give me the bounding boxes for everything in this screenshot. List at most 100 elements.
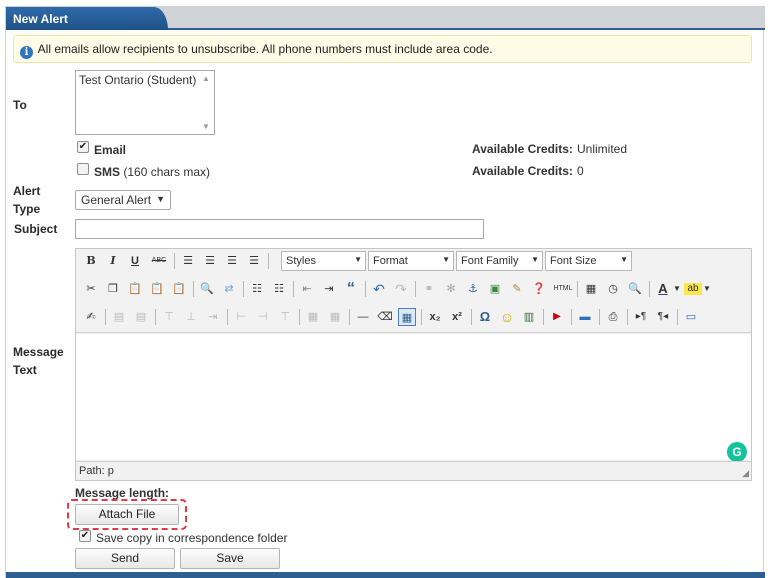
youtube-icon[interactable]: ▶ bbox=[548, 308, 566, 326]
indent-icon[interactable]: ⇥ bbox=[320, 280, 338, 298]
save-button[interactable]: Save bbox=[180, 548, 280, 569]
to-label: To bbox=[13, 98, 27, 112]
toolbar-separator bbox=[577, 281, 578, 297]
edit-css-icon[interactable]: ✍ bbox=[82, 308, 100, 326]
subject-input[interactable] bbox=[75, 219, 484, 239]
message-body-editor[interactable] bbox=[76, 334, 751, 460]
insert-date-icon[interactable]: ▦ bbox=[582, 280, 600, 298]
email-checkbox[interactable]: ✔ bbox=[77, 141, 89, 153]
listbox-scrollbar[interactable]: ▲ ▼ bbox=[199, 72, 213, 133]
alert-type-label-2: Type bbox=[13, 202, 41, 216]
delete-row-icon[interactable]: ⇥ bbox=[204, 308, 222, 326]
paste-icon[interactable]: 📋 bbox=[126, 280, 144, 298]
media-icon[interactable]: ▥ bbox=[520, 308, 538, 326]
tab-new-alert[interactable]: New Alert bbox=[6, 7, 168, 30]
font-family-dropdown[interactable]: Font Family ▼ bbox=[456, 251, 543, 271]
preview-icon[interactable]: 🔍 bbox=[626, 280, 644, 298]
align-left-icon[interactable]: ☰ bbox=[179, 252, 197, 270]
toolbar-separator bbox=[155, 309, 156, 325]
horizontal-rule-icon[interactable]: — bbox=[354, 308, 372, 326]
cell-props-icon[interactable]: ▤ bbox=[132, 308, 150, 326]
unlink-icon[interactable]: ✻ bbox=[442, 280, 460, 298]
redo-icon[interactable]: ↷ bbox=[392, 280, 410, 298]
message-length-label: Message length: bbox=[75, 486, 170, 500]
sms-credits-value: 0 bbox=[577, 164, 584, 178]
image-icon[interactable]: ▣ bbox=[486, 280, 504, 298]
align-right-icon[interactable]: ☰ bbox=[223, 252, 241, 270]
paste-word-icon[interactable]: 📋 bbox=[170, 280, 188, 298]
undo-icon[interactable]: ↶ bbox=[370, 280, 388, 298]
font-size-dropdown[interactable]: Font Size ▼ bbox=[545, 251, 632, 271]
find-icon[interactable]: 🔍 bbox=[198, 280, 216, 298]
message-text-label-1: Message bbox=[13, 345, 64, 359]
html-icon[interactable]: HTML bbox=[552, 280, 574, 298]
copy-icon[interactable]: ❐ bbox=[104, 280, 122, 298]
ltr-icon[interactable]: ▸¶ bbox=[632, 308, 650, 326]
send-button[interactable]: Send bbox=[75, 548, 175, 569]
toolbar-separator bbox=[349, 309, 350, 325]
attach-file-button[interactable]: Attach File bbox=[75, 504, 179, 525]
insert-col-after-icon[interactable]: ⊣ bbox=[254, 308, 272, 326]
replace-icon[interactable]: ⇄ bbox=[220, 280, 238, 298]
numbered-list-icon[interactable]: ☷ bbox=[270, 280, 288, 298]
bold-icon[interactable]: B bbox=[82, 252, 100, 270]
alert-type-select[interactable]: General Alert ▼ bbox=[75, 190, 171, 210]
scroll-down-icon[interactable]: ▼ bbox=[202, 122, 210, 131]
italic-icon[interactable]: I bbox=[104, 252, 122, 270]
underline-icon[interactable]: U bbox=[126, 252, 144, 270]
link-icon[interactable]: ⚭ bbox=[420, 280, 438, 298]
table-icon[interactable]: ▦ bbox=[398, 308, 416, 326]
chevron-down-icon[interactable]: ▼ bbox=[702, 280, 712, 298]
scroll-up-icon[interactable]: ▲ bbox=[202, 74, 210, 83]
split-cells-icon[interactable]: ▦ bbox=[304, 308, 322, 326]
text-color-icon[interactable]: A bbox=[654, 280, 672, 298]
superscript-icon[interactable]: x² bbox=[448, 308, 466, 326]
insert-layer-icon[interactable]: ▬ bbox=[576, 308, 594, 326]
toolbar-separator bbox=[571, 309, 572, 325]
sms-checkbox[interactable] bbox=[77, 163, 89, 175]
save-copy-checkbox[interactable]: ✔ bbox=[79, 530, 91, 542]
outdent-icon[interactable]: ⇤ bbox=[298, 280, 316, 298]
omega-icon[interactable]: Ω bbox=[476, 308, 494, 326]
rtl-icon[interactable]: ¶◂ bbox=[654, 308, 672, 326]
fullscreen-icon[interactable]: ▭ bbox=[682, 308, 700, 326]
highlight-color-icon[interactable]: ab bbox=[684, 283, 702, 295]
insert-col-before-icon[interactable]: ⊢ bbox=[232, 308, 250, 326]
subscript-icon[interactable]: x₂ bbox=[426, 308, 444, 326]
align-justify-icon[interactable]: ☰ bbox=[245, 252, 263, 270]
info-icon: i bbox=[20, 46, 33, 59]
row-props-icon[interactable]: ▤ bbox=[110, 308, 128, 326]
rich-text-editor: B I U ABC ☰ ☰ ☰ ☰ Styles ▼ Format ▼ Font… bbox=[75, 248, 752, 481]
font-family-dropdown-label: Font Family bbox=[461, 255, 519, 267]
save-copy-label: Save copy in correspondence folder bbox=[96, 531, 288, 545]
cut-icon[interactable]: ✂ bbox=[82, 280, 100, 298]
insert-row-before-icon[interactable]: ⊤ bbox=[160, 308, 178, 326]
anchor-icon[interactable]: ⚓ bbox=[464, 280, 482, 298]
cleanup-icon[interactable]: ✎ bbox=[508, 280, 526, 298]
strikethrough-icon[interactable]: ABC bbox=[148, 252, 170, 270]
toolbar-separator bbox=[471, 309, 472, 325]
emoticon-icon[interactable]: ☺ bbox=[498, 308, 516, 326]
insert-row-after-icon[interactable]: ⊥ bbox=[182, 308, 200, 326]
align-center-icon[interactable]: ☰ bbox=[201, 252, 219, 270]
chevron-down-icon: ▼ bbox=[442, 255, 450, 264]
grammarly-icon[interactable]: G bbox=[727, 442, 747, 462]
resize-handle-icon[interactable]: ◢ bbox=[742, 468, 749, 479]
format-dropdown[interactable]: Format ▼ bbox=[368, 251, 454, 271]
recipient-item[interactable]: Test Ontario (Student) bbox=[79, 73, 211, 87]
toolbar-separator bbox=[299, 309, 300, 325]
styles-dropdown[interactable]: Styles ▼ bbox=[281, 251, 366, 271]
print-icon[interactable]: ⎙ bbox=[604, 308, 622, 326]
blockquote-icon[interactable]: “ bbox=[342, 280, 360, 298]
recipients-listbox[interactable]: Test Ontario (Student) ▲ ▼ bbox=[75, 70, 215, 135]
delete-col-icon[interactable]: ⊤ bbox=[276, 308, 294, 326]
merge-cells-icon[interactable]: ▦ bbox=[326, 308, 344, 326]
chevron-down-icon[interactable]: ▼ bbox=[672, 280, 682, 298]
sms-label: SMS bbox=[94, 165, 121, 179]
chevron-down-icon: ▼ bbox=[156, 194, 165, 204]
insert-time-icon[interactable]: ◷ bbox=[604, 280, 622, 298]
paste-text-icon[interactable]: 📋 bbox=[148, 280, 166, 298]
bullet-list-icon[interactable]: ☷ bbox=[248, 280, 266, 298]
remove-format-icon[interactable]: ⌫ bbox=[376, 308, 394, 326]
help-icon[interactable]: ❓ bbox=[530, 280, 548, 298]
